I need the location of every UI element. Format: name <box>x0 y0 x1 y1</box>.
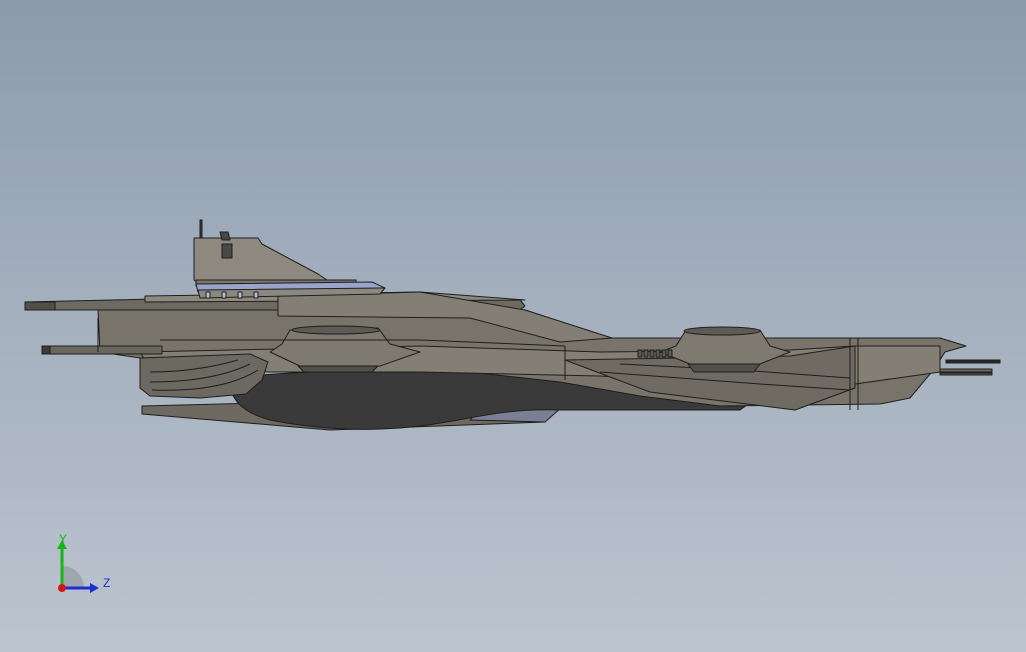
bridge-window-3 <box>237 291 243 299</box>
turret-rear-skirt <box>297 365 379 373</box>
rear-rail-cap <box>41 345 51 355</box>
bow-cannon-lower <box>939 368 993 373</box>
bridge-hatch <box>221 243 233 259</box>
engine-intake <box>139 353 269 399</box>
bow-cannon-lower-2 <box>939 372 993 376</box>
rear-rail <box>41 345 163 355</box>
deck-rear-block <box>24 301 56 311</box>
turret-forward-skirt <box>687 363 761 373</box>
spaceship-model[interactable] <box>0 0 1026 652</box>
bridge-window-2 <box>221 291 227 299</box>
x-axis-origin <box>58 584 66 592</box>
z-axis-label: Z <box>103 576 111 590</box>
bridge-window-1 <box>205 291 211 299</box>
bridge-window-4 <box>253 291 259 299</box>
bow-cannon-upper <box>945 359 1001 364</box>
y-axis-label: Y <box>59 532 68 546</box>
antenna-mast <box>199 219 203 239</box>
bridge-tower <box>193 237 331 285</box>
z-axis-arrowhead <box>90 583 99 593</box>
triad-quarter-disc <box>62 566 84 588</box>
turret-rear-top <box>291 325 381 335</box>
antenna-array <box>219 231 231 241</box>
turret-forward-top <box>683 326 761 336</box>
graphics-viewport[interactable]: Y Z <box>0 0 1026 652</box>
